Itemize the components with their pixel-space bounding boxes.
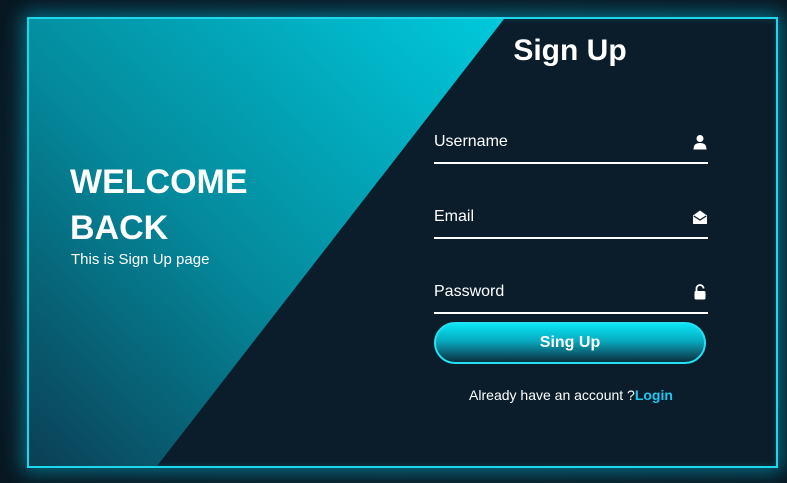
login-prompt-text: Already have an account ? bbox=[469, 387, 635, 403]
password-input[interactable] bbox=[434, 272, 674, 312]
login-prompt: Already have an account ?Login bbox=[434, 387, 708, 403]
password-field bbox=[434, 272, 708, 314]
login-link[interactable]: Login bbox=[635, 387, 673, 403]
welcome-line-2: BACK bbox=[70, 209, 169, 247]
welcome-subtitle: This is Sign Up page bbox=[71, 251, 210, 268]
user-icon bbox=[693, 135, 707, 150]
email-input[interactable] bbox=[434, 197, 674, 237]
username-input[interactable] bbox=[434, 122, 674, 162]
form-title: Sign Up bbox=[513, 34, 627, 67]
envelope-open-icon bbox=[693, 210, 707, 224]
welcome-heading: WELCOME BACK bbox=[70, 159, 330, 251]
welcome-line-1: WELCOME bbox=[70, 163, 248, 201]
page: WELCOME BACK This is Sign Up page Sign U… bbox=[0, 0, 787, 483]
signup-button[interactable]: Sing Up bbox=[434, 322, 706, 364]
lock-icon bbox=[694, 284, 706, 300]
email-field bbox=[434, 197, 708, 239]
username-field bbox=[434, 122, 708, 164]
